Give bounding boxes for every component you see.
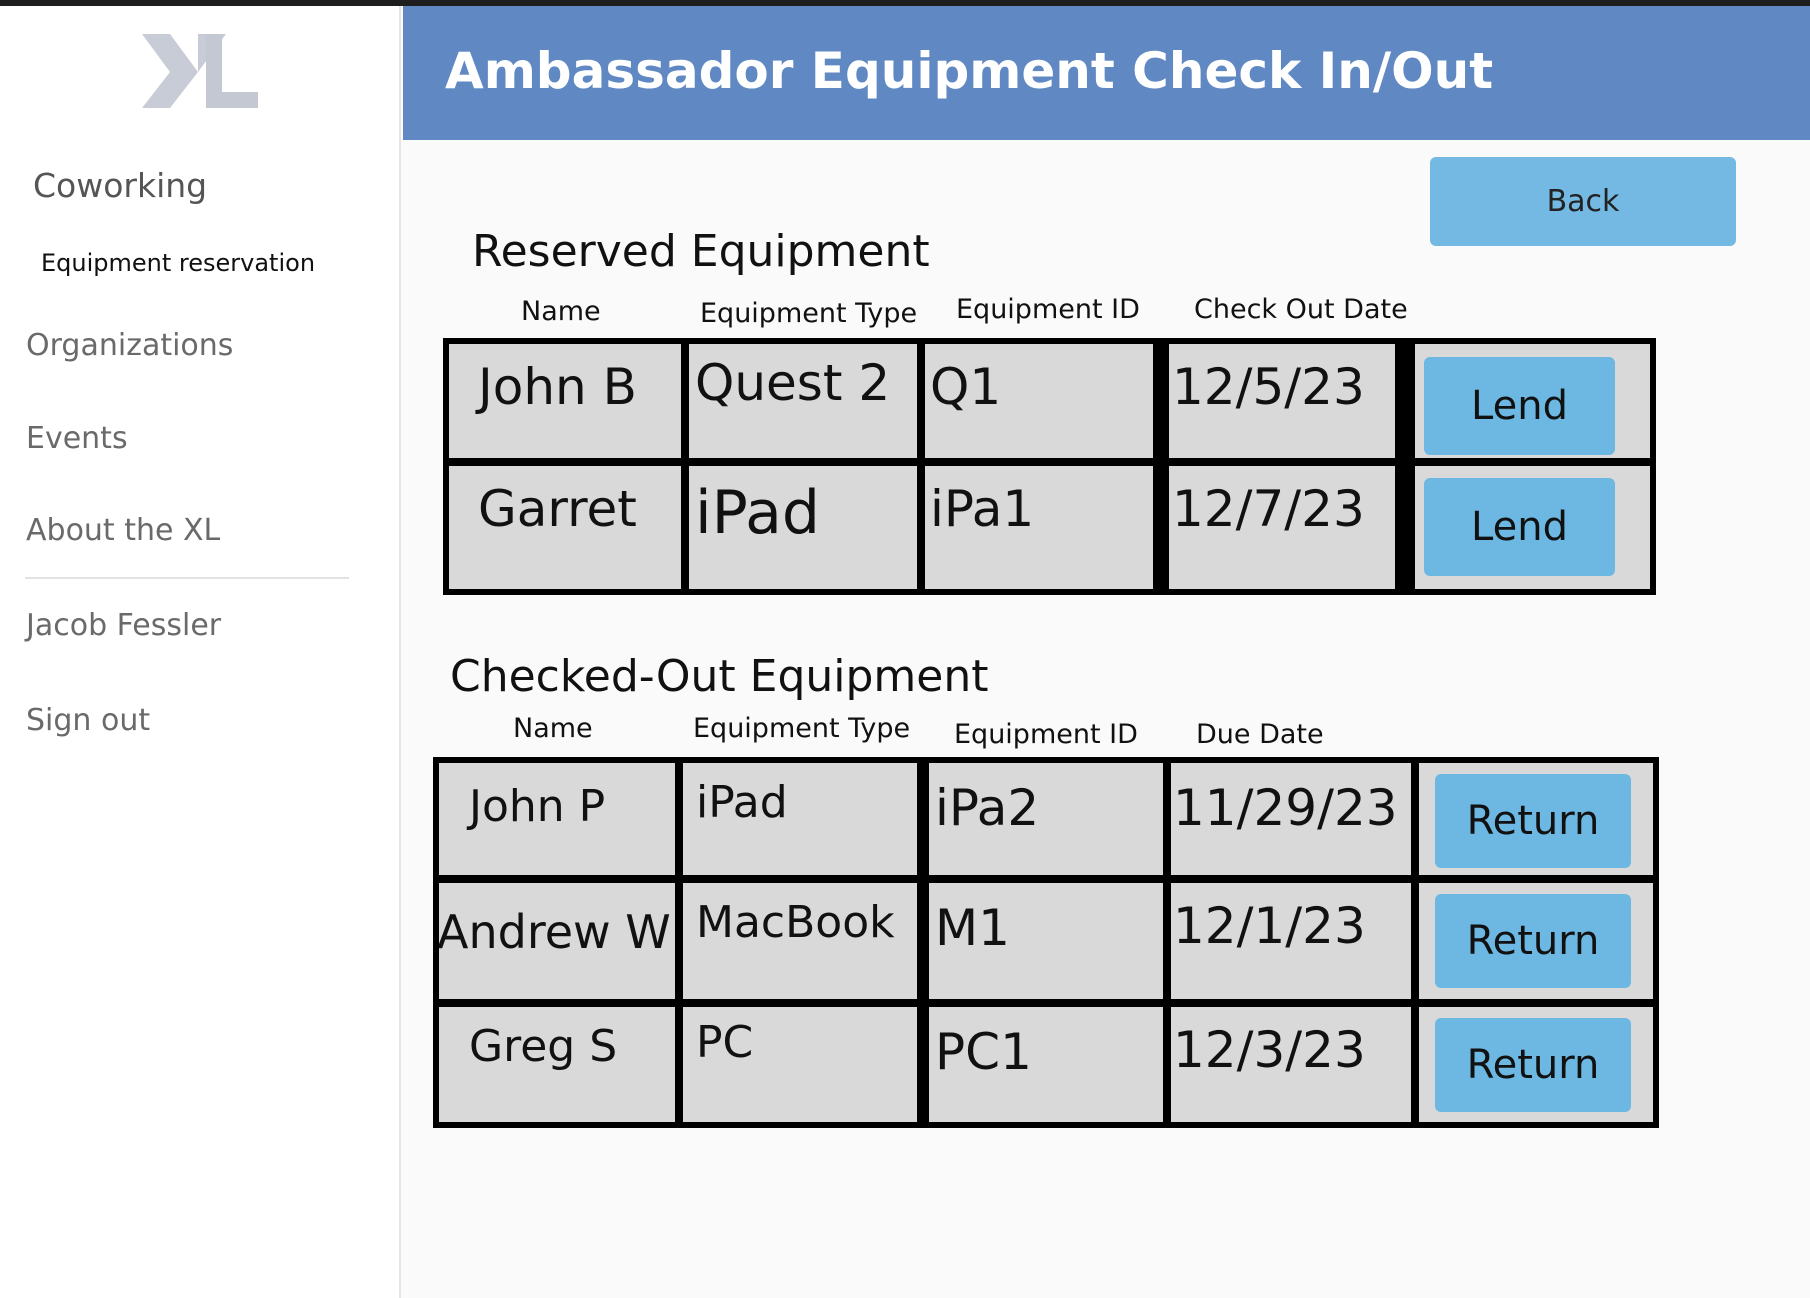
- reserved-section-title: Reserved Equipment: [472, 226, 930, 277]
- page-header: Ambassador Equipment Check In/Out: [403, 6, 1810, 140]
- reserved-cell-type: Quest 2: [689, 344, 917, 458]
- sidebar-item-organizations[interactable]: Organizations: [26, 328, 233, 363]
- lend-button[interactable]: Lend: [1424, 478, 1615, 576]
- checked-out-cell-name: Greg S: [439, 1007, 675, 1122]
- reserved-cell-name: John B: [449, 344, 681, 458]
- reserved-cell-date: 12/7/23: [1169, 466, 1395, 589]
- return-button[interactable]: Return: [1435, 1018, 1631, 1112]
- checked-out-cell-action: Return: [1419, 883, 1653, 999]
- reserved-cell-id: iPa1: [925, 466, 1153, 589]
- reserved-cell-date: 12/5/23: [1169, 344, 1395, 458]
- checked-out-col-type: Equipment Type: [693, 713, 911, 744]
- checked-out-cell-action: Return: [1419, 763, 1653, 875]
- return-button[interactable]: Return: [1435, 894, 1631, 988]
- reserved-col-id: Equipment ID: [956, 294, 1140, 325]
- reserved-col-type: Equipment Type: [700, 298, 918, 329]
- checked-out-cell-action: Return: [1419, 1007, 1653, 1122]
- return-button[interactable]: Return: [1435, 774, 1631, 868]
- checked-out-cell-type: MacBook: [683, 883, 917, 999]
- checked-out-cell-date: 11/29/23: [1171, 763, 1411, 875]
- checked-out-col-id: Equipment ID: [954, 719, 1138, 750]
- reserved-cell-name: Garret: [449, 466, 681, 589]
- checked-out-cell-name: John P: [439, 763, 675, 875]
- reserved-cell-action: Lend: [1415, 466, 1650, 589]
- xl-logo-icon: [142, 34, 258, 108]
- reserved-cell-action: Lend: [1415, 344, 1650, 458]
- sign-out-link[interactable]: Sign out: [26, 703, 150, 738]
- sidebar-item-events[interactable]: Events: [26, 421, 128, 456]
- reserved-table: John B Quest 2 Q1 12/5/23 Lend Garret iP…: [443, 338, 1656, 595]
- sidebar-user-name[interactable]: Jacob Fessler: [26, 608, 221, 643]
- checked-out-section-title: Checked-Out Equipment: [450, 651, 989, 702]
- reserved-col-name: Name: [521, 296, 601, 327]
- page-title: Ambassador Equipment Check In/Out: [445, 42, 1494, 100]
- checked-out-cell-id: iPa2: [929, 763, 1163, 875]
- checked-out-cell-type: iPad: [683, 763, 917, 875]
- lend-button[interactable]: Lend: [1424, 357, 1615, 455]
- checked-out-cell-id: PC1: [929, 1007, 1163, 1122]
- checked-out-cell-id: M1: [929, 883, 1163, 999]
- sidebar: Coworking Equipment reservation Organiza…: [0, 6, 401, 1298]
- checked-out-table: John P iPad iPa2 11/29/23 Return Andrew …: [433, 757, 1659, 1128]
- checked-out-col-name: Name: [513, 713, 593, 744]
- checked-out-cell-name: Andrew W: [439, 883, 675, 999]
- back-button[interactable]: Back: [1430, 157, 1736, 246]
- sidebar-item-equipment-reservation[interactable]: Equipment reservation: [41, 249, 315, 277]
- sidebar-item-about[interactable]: About the XL: [26, 513, 220, 548]
- checked-out-cell-type: PC: [683, 1007, 917, 1122]
- sidebar-item-coworking[interactable]: Coworking: [33, 166, 207, 205]
- reserved-cell-type: iPad: [689, 466, 917, 589]
- reserved-col-date: Check Out Date: [1194, 294, 1408, 325]
- checked-out-cell-date: 12/3/23: [1171, 1007, 1411, 1122]
- sidebar-divider: [25, 577, 349, 579]
- reserved-cell-id: Q1: [925, 344, 1153, 458]
- checked-out-cell-date: 12/1/23: [1171, 883, 1411, 999]
- checked-out-col-date: Due Date: [1196, 719, 1324, 750]
